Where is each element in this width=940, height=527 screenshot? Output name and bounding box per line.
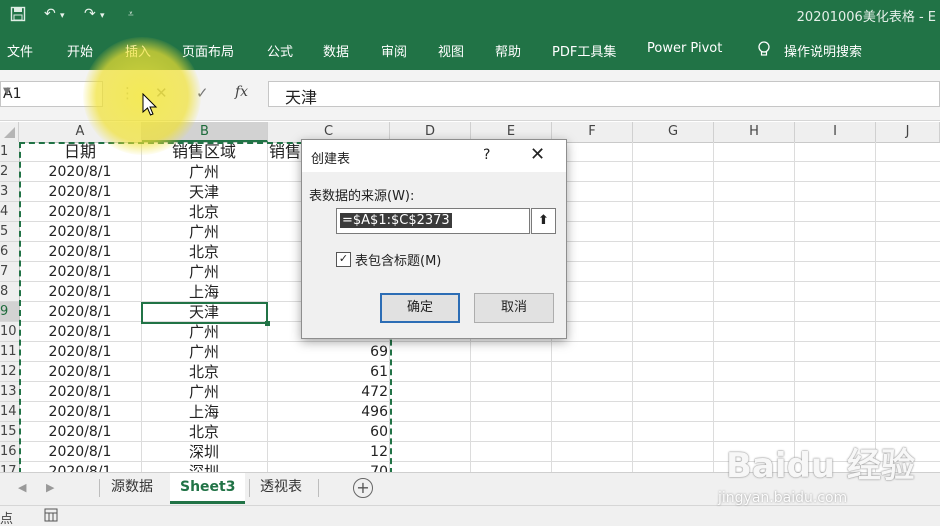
create-table-dialog: 创建表 ? ✕ 表数据的来源(W): =$A$1:$C$2373 ⬆ ✓ 表包含… xyxy=(301,139,567,339)
tab-data[interactable]: 数据 xyxy=(323,41,349,60)
tab-review[interactable]: 审阅 xyxy=(381,41,407,60)
insert-function-button[interactable]: fx xyxy=(235,84,248,100)
active-cell-outline xyxy=(141,302,270,326)
row-header[interactable]: 12 xyxy=(0,362,19,382)
row-header[interactable]: 10 xyxy=(0,322,19,342)
tab-home[interactable]: 开始 xyxy=(67,41,93,60)
scroll-left-icon[interactable]: ◀ xyxy=(18,481,26,494)
tab-help[interactable]: 帮助 xyxy=(495,41,521,60)
row-header[interactable]: 15 xyxy=(0,422,19,442)
baidu-watermark: Baidu 经验 jingyan.baidu.com xyxy=(718,420,928,520)
scroll-right-icon[interactable]: ▶ xyxy=(46,481,54,494)
source-label: 表数据的来源(W): xyxy=(309,189,415,204)
range-value: =$A$1:$C$2373 xyxy=(340,213,452,228)
tab-power-pivot[interactable]: Power Pivot xyxy=(647,41,722,56)
formula-content: 天津 xyxy=(285,88,318,107)
row-header[interactable]: 1 xyxy=(0,142,19,162)
status-mode: 点 xyxy=(0,512,14,527)
close-icon[interactable]: ✕ xyxy=(530,144,545,165)
tab-pdf-tools[interactable]: PDF工具集 xyxy=(552,41,616,60)
has-headers-label[interactable]: 表包含标题(M) xyxy=(355,250,441,269)
row-header[interactable]: 6 xyxy=(0,242,19,262)
row-header[interactable]: 2 xyxy=(0,162,19,182)
accessibility-icon[interactable] xyxy=(44,508,58,526)
tab-formulas[interactable]: 公式 xyxy=(267,41,293,60)
ok-button[interactable]: 确定 xyxy=(380,293,460,323)
fill-handle[interactable] xyxy=(265,321,270,326)
customize-icon[interactable]: ⩡ xyxy=(128,9,134,20)
watermark-url: jingyan.baidu.com xyxy=(718,490,848,506)
column-header-i[interactable]: I xyxy=(795,122,876,142)
mouse-pointer-icon xyxy=(142,93,158,116)
row-header[interactable]: 9 xyxy=(0,302,19,322)
row-header[interactable]: 14 xyxy=(0,402,19,422)
row-header[interactable]: 13 xyxy=(0,382,19,402)
row-header[interactable]: 16 xyxy=(0,442,19,462)
tell-me-search[interactable]: 操作说明搜索 xyxy=(784,41,862,60)
column-header-h[interactable]: H xyxy=(714,122,795,142)
save-icon[interactable] xyxy=(10,6,26,26)
tab-view[interactable]: 视图 xyxy=(438,41,464,60)
redo-icon[interactable]: ↷ xyxy=(84,6,96,22)
has-headers-checkbox[interactable]: ✓ xyxy=(336,252,351,267)
formula-input[interactable]: 天津 xyxy=(268,81,940,107)
row-header[interactable]: 7 xyxy=(0,262,19,282)
row-headers: 1 2 3 4 5 6 7 8 9 10 11 12 13 14 15 16 17 xyxy=(0,142,20,472)
row-header[interactable]: 4 xyxy=(0,202,19,222)
row-header[interactable]: 8 xyxy=(0,282,19,302)
row-header[interactable]: 17 xyxy=(0,462,19,472)
column-header-g[interactable]: G xyxy=(633,122,714,142)
column-header-j[interactable]: J xyxy=(876,122,940,142)
lightbulb-icon xyxy=(757,41,771,61)
help-icon[interactable]: ? xyxy=(483,147,490,163)
tab-file[interactable]: 文件 xyxy=(7,41,33,60)
sheet-tab-sheet3[interactable]: Sheet3 xyxy=(170,473,246,504)
watermark-brand: Baidu 经验 xyxy=(726,446,915,486)
sheet-tab-source[interactable]: 源数据 xyxy=(109,473,155,501)
tab-page-layout[interactable]: 页面布局 xyxy=(182,41,234,60)
row-header[interactable]: 5 xyxy=(0,222,19,242)
redo-dropdown-icon[interactable]: ▾ xyxy=(100,11,105,21)
dialog-title: 创建表 xyxy=(311,152,351,167)
dialog-title-bar: 创建表 ? ✕ xyxy=(302,140,566,172)
range-input[interactable]: =$A$1:$C$2373 xyxy=(336,208,530,234)
cancel-button[interactable]: 取消 xyxy=(474,293,554,323)
undo-dropdown-icon[interactable]: ▾ xyxy=(60,11,65,21)
collapse-dialog-icon[interactable]: ⬆ xyxy=(531,208,556,234)
sheet-tab-pivot[interactable]: 透视表 xyxy=(258,473,304,501)
select-all-corner[interactable] xyxy=(0,122,19,142)
row-header[interactable]: 3 xyxy=(0,182,19,202)
add-sheet-button[interactable]: + xyxy=(353,478,373,498)
undo-icon[interactable]: ↶ xyxy=(44,6,56,22)
title-bar: ↶ ▾ ↷ ▾ ⩡ 20201006美化表格 - E xyxy=(0,0,940,30)
window-title: 20201006美化表格 - E xyxy=(796,10,936,25)
row-header[interactable]: 11 xyxy=(0,342,19,362)
